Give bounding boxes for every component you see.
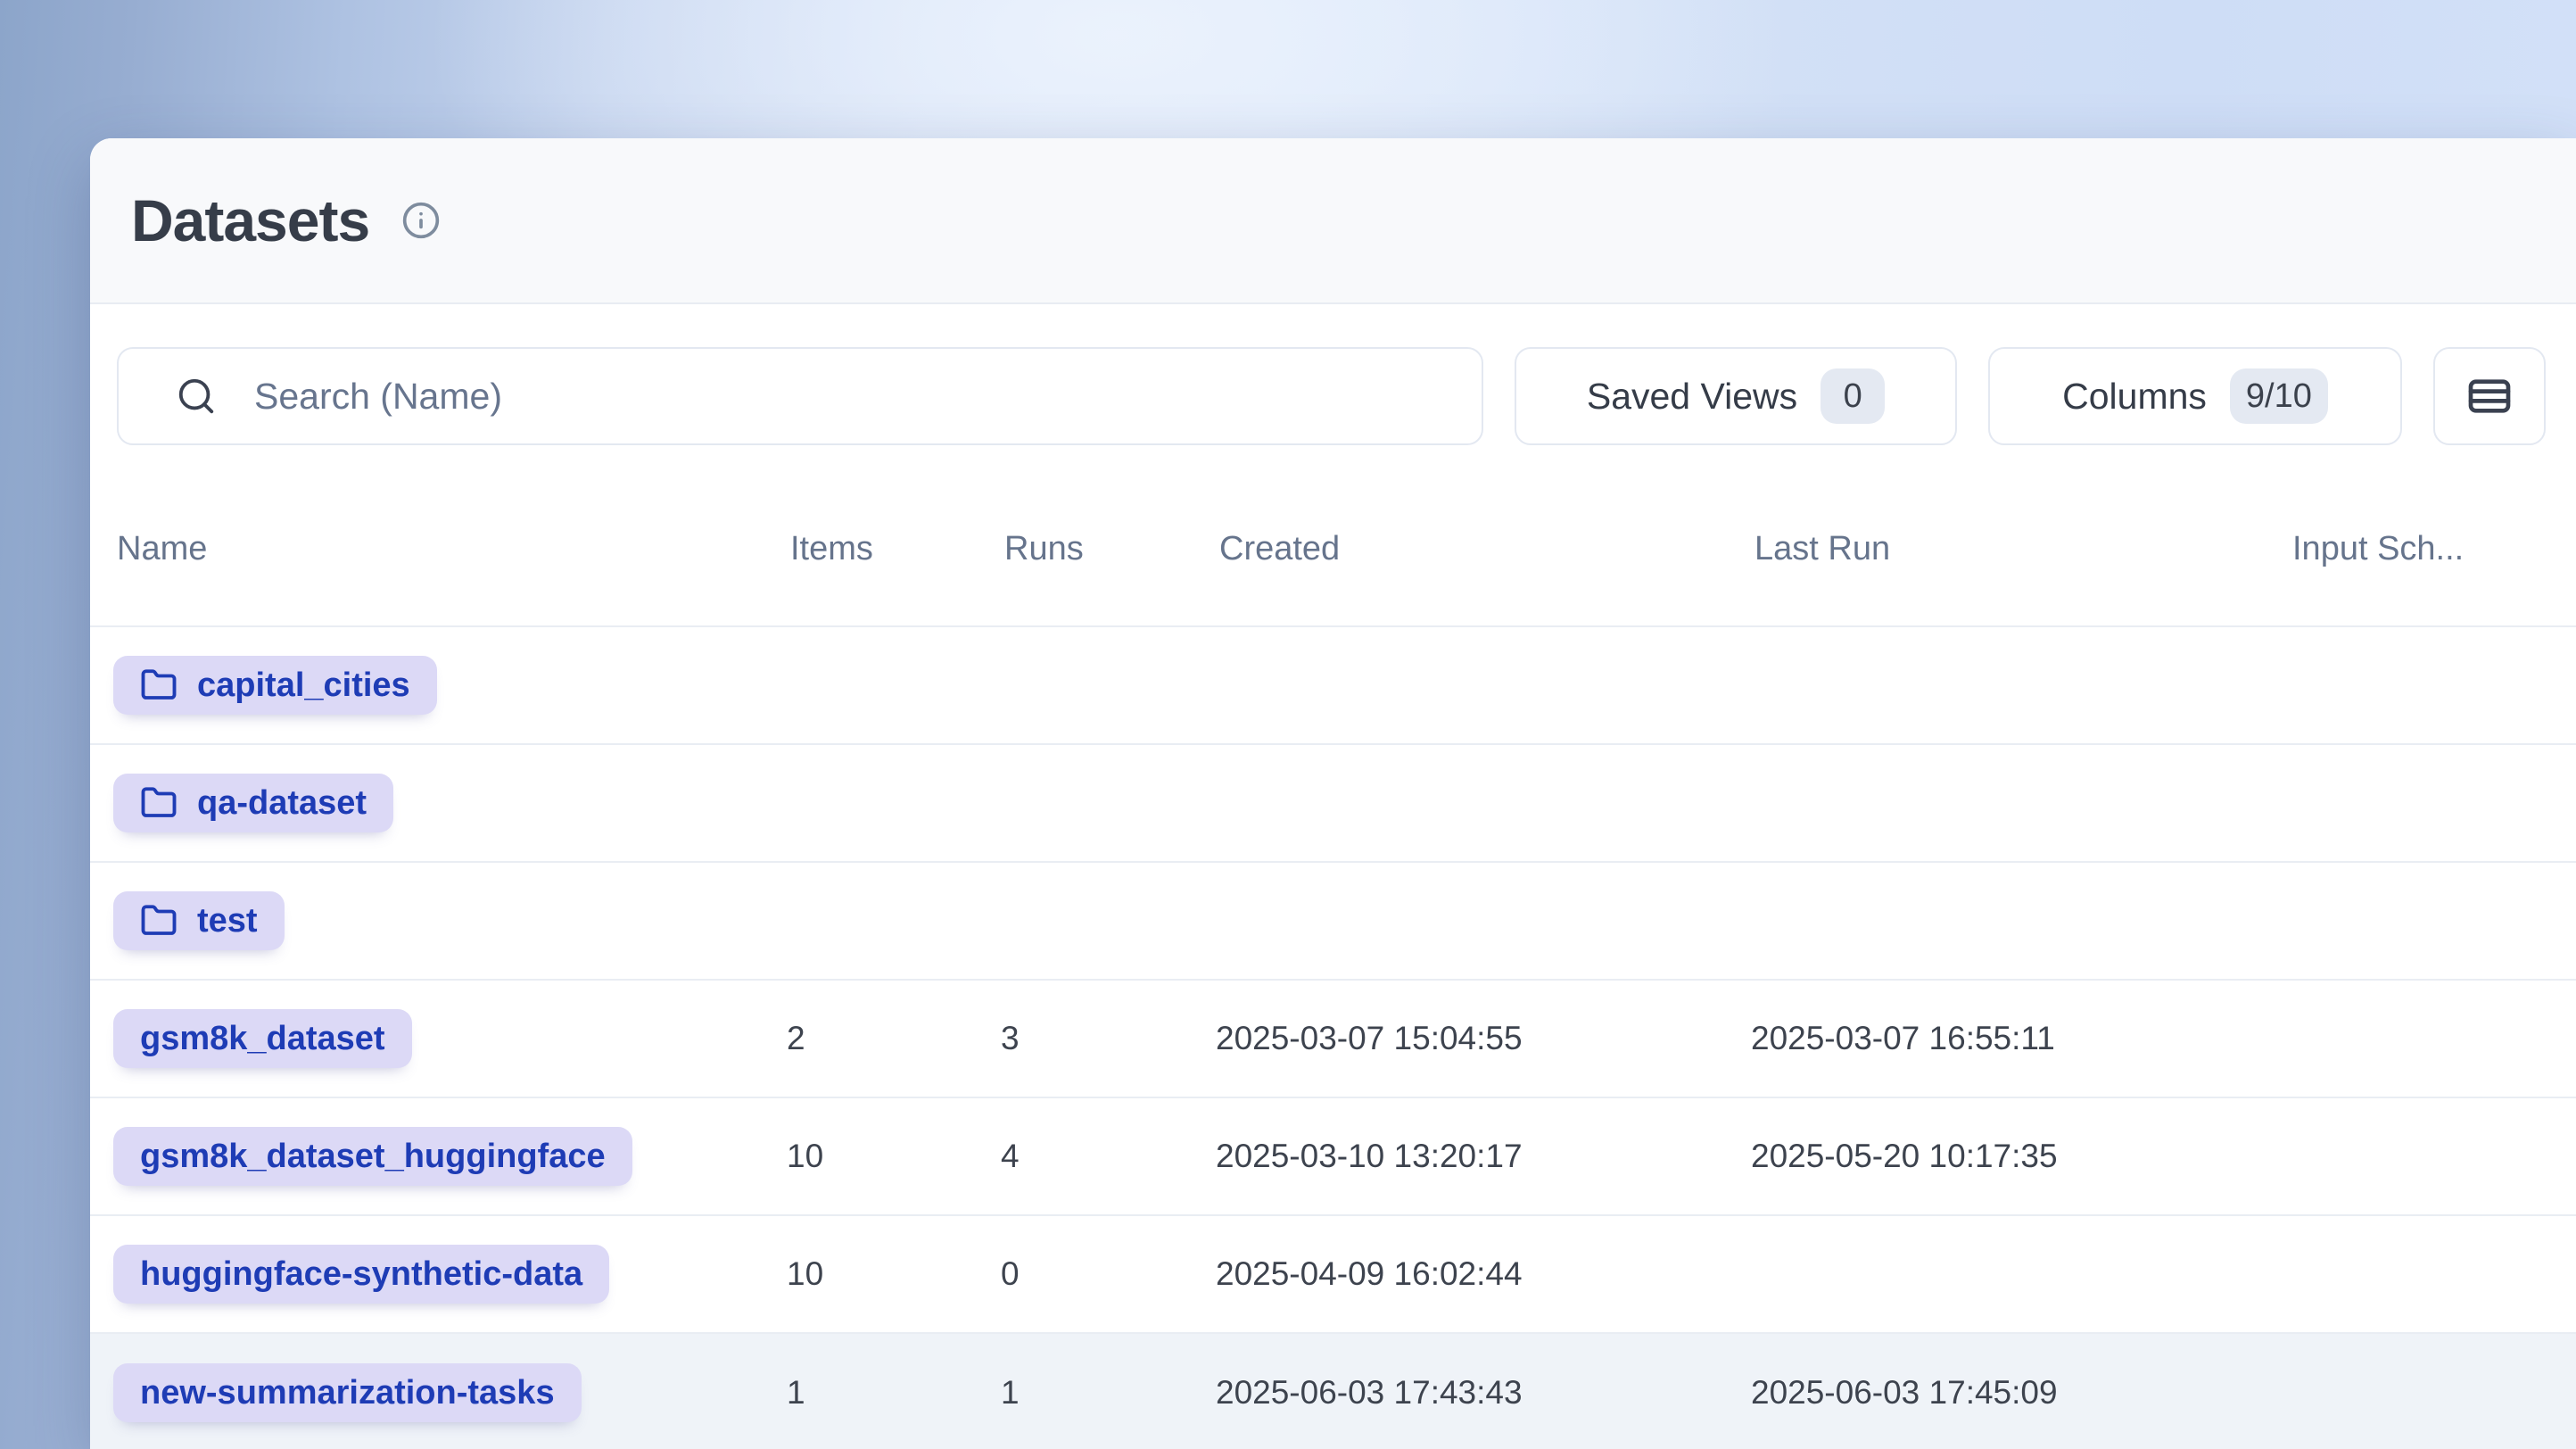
name-cell: huggingface-synthetic-data	[113, 1245, 787, 1304]
panel-header: Datasets	[90, 138, 2576, 304]
runs-cell: 0	[1001, 1255, 1216, 1293]
row-name-label: new-summarization-tasks	[140, 1374, 555, 1412]
dataset-link[interactable]: gsm8k_dataset	[113, 1009, 412, 1068]
saved-views-button[interactable]: Saved Views 0	[1515, 347, 1957, 445]
row-name-label: gsm8k_dataset	[140, 1020, 385, 1058]
created-cell: 2025-04-09 16:02:44	[1216, 1255, 1751, 1293]
name-cell: qa-dataset	[113, 774, 787, 832]
last-run-cell: 2025-06-03 17:45:09	[1751, 1374, 2289, 1412]
folder-icon	[140, 902, 178, 940]
items-cell: 10	[787, 1255, 1001, 1293]
page-title: Datasets	[131, 186, 369, 254]
search-icon	[176, 376, 217, 417]
items-cell: 1	[787, 1374, 1001, 1412]
table-row[interactable]: huggingface-synthetic-data 1002025-04-09 …	[90, 1216, 2576, 1334]
dataset-link[interactable]: gsm8k_dataset_huggingface	[113, 1127, 632, 1186]
dataset-link[interactable]: new-summarization-tasks	[113, 1363, 582, 1422]
table-row[interactable]: new-summarization-tasks112025-06-03 17:4…	[90, 1334, 2576, 1449]
folder-icon	[140, 667, 178, 704]
rows-icon	[2465, 371, 2514, 421]
items-cell: 10	[787, 1138, 1001, 1175]
runs-cell: 4	[1001, 1138, 1216, 1175]
saved-views-label: Saved Views	[1587, 376, 1797, 418]
column-header-last-run[interactable]: Last Run	[1754, 530, 2292, 568]
columns-count-badge: 9/10	[2230, 368, 2328, 424]
row-name-label: test	[197, 902, 258, 940]
row-name-label: gsm8k_dataset_huggingface	[140, 1138, 606, 1176]
table-row[interactable]: qa-dataset	[90, 745, 2576, 863]
folder-link[interactable]: qa-dataset	[113, 774, 393, 832]
column-header-created[interactable]: Created	[1219, 530, 1754, 568]
columns-label: Columns	[2062, 376, 2207, 418]
table-row[interactable]: test	[90, 863, 2576, 981]
table-row[interactable]: gsm8k_dataset_huggingface 1042025-03-10 1…	[90, 1098, 2576, 1216]
row-name-label: capital_cities	[197, 667, 410, 705]
name-cell: new-summarization-tasks	[113, 1363, 787, 1422]
row-name-label: huggingface-synthetic-data	[140, 1255, 582, 1294]
folder-link[interactable]: test	[113, 891, 285, 950]
name-cell: gsm8k_dataset_huggingface	[113, 1127, 787, 1186]
saved-views-count-badge: 0	[1821, 368, 1885, 424]
dataset-link[interactable]: huggingface-synthetic-data	[113, 1245, 609, 1304]
items-cell: 2	[787, 1020, 1001, 1057]
column-header-name[interactable]: Name	[117, 530, 790, 568]
folder-link[interactable]: capital_cities	[113, 656, 437, 715]
runs-cell: 1	[1001, 1374, 1216, 1412]
table-header: Name Items Runs Created Last Run Input S…	[90, 445, 2576, 627]
column-header-runs[interactable]: Runs	[1004, 530, 1219, 568]
search-input[interactable]	[254, 349, 1482, 443]
created-cell: 2025-03-07 15:04:55	[1216, 1020, 1751, 1057]
datasets-panel: Datasets Saved Views 0 Columns 9/10	[90, 138, 2576, 1449]
last-run-cell: 2025-03-07 16:55:11	[1751, 1020, 2289, 1057]
info-icon[interactable]	[401, 201, 441, 240]
table-body: capital_cities qa-dataset test gsm8k_datase…	[90, 627, 2576, 1449]
app-background: { "page": { "title": "Datasets" }, "tool…	[0, 0, 2576, 1449]
column-header-items[interactable]: Items	[790, 530, 1004, 568]
name-cell: test	[113, 891, 787, 950]
column-header-input-schema[interactable]: Input Sch...	[2292, 530, 2549, 568]
name-cell: gsm8k_dataset	[113, 1009, 787, 1068]
created-cell: 2025-03-10 13:20:17	[1216, 1138, 1751, 1175]
table-row[interactable]: capital_cities	[90, 627, 2576, 745]
row-name-label: qa-dataset	[197, 784, 367, 823]
search-box[interactable]	[117, 347, 1483, 445]
folder-icon	[140, 784, 178, 822]
runs-cell: 3	[1001, 1020, 1216, 1057]
last-run-cell: 2025-05-20 10:17:35	[1751, 1138, 2289, 1175]
row-density-button[interactable]	[2433, 347, 2546, 445]
columns-button[interactable]: Columns 9/10	[1988, 347, 2402, 445]
toolbar: Saved Views 0 Columns 9/10	[90, 347, 2576, 445]
name-cell: capital_cities	[113, 656, 787, 715]
created-cell: 2025-06-03 17:43:43	[1216, 1374, 1751, 1412]
table-row[interactable]: gsm8k_dataset 232025-03-07 15:04:552025-0…	[90, 981, 2576, 1098]
